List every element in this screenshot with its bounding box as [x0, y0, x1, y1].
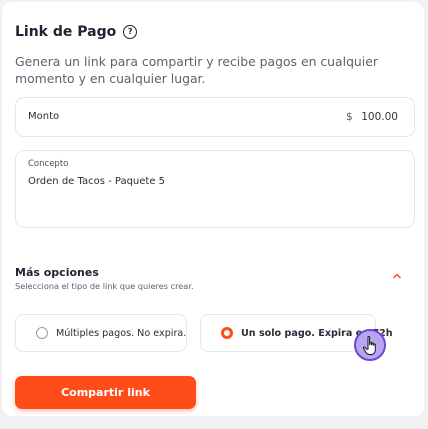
title-row: Link de Pago ? [15, 24, 138, 40]
more-options-title: Más opciones [15, 266, 99, 279]
concept-field[interactable]: Concepto Orden de Tacos - Paquete 5 [15, 150, 415, 228]
radio-multiple-payments[interactable] [36, 327, 48, 339]
page-title: Link de Pago [15, 24, 117, 40]
option-multiple-payments-label: Múltiples pagos. No expira. [56, 327, 187, 339]
share-link-button[interactable]: Compartir link [15, 376, 196, 409]
concept-input[interactable]: Orden de Tacos - Paquete 5 [28, 176, 165, 187]
option-single-payment[interactable]: Un solo pago. Expira en 72h [200, 314, 393, 352]
option-multiple-payments[interactable]: Múltiples pagos. No expira. [15, 314, 187, 352]
hand-cursor-icon [354, 329, 386, 361]
page-subtitle: Genera un link para compartir y recibe p… [15, 54, 378, 86]
question-circle-icon[interactable]: ? [123, 24, 138, 39]
chevron-up-icon[interactable] [391, 270, 403, 282]
more-options-subtitle: Selecciona el tipo de link que quieres c… [15, 281, 194, 291]
amount-input[interactable]: 100.00 [361, 111, 398, 123]
radio-single-payment[interactable] [221, 327, 233, 339]
concept-label: Concepto [28, 159, 69, 169]
amount-field[interactable]: Monto $ 100.00 [15, 97, 415, 137]
currency-symbol: $ [346, 111, 353, 123]
amount-label: Monto [28, 111, 60, 122]
